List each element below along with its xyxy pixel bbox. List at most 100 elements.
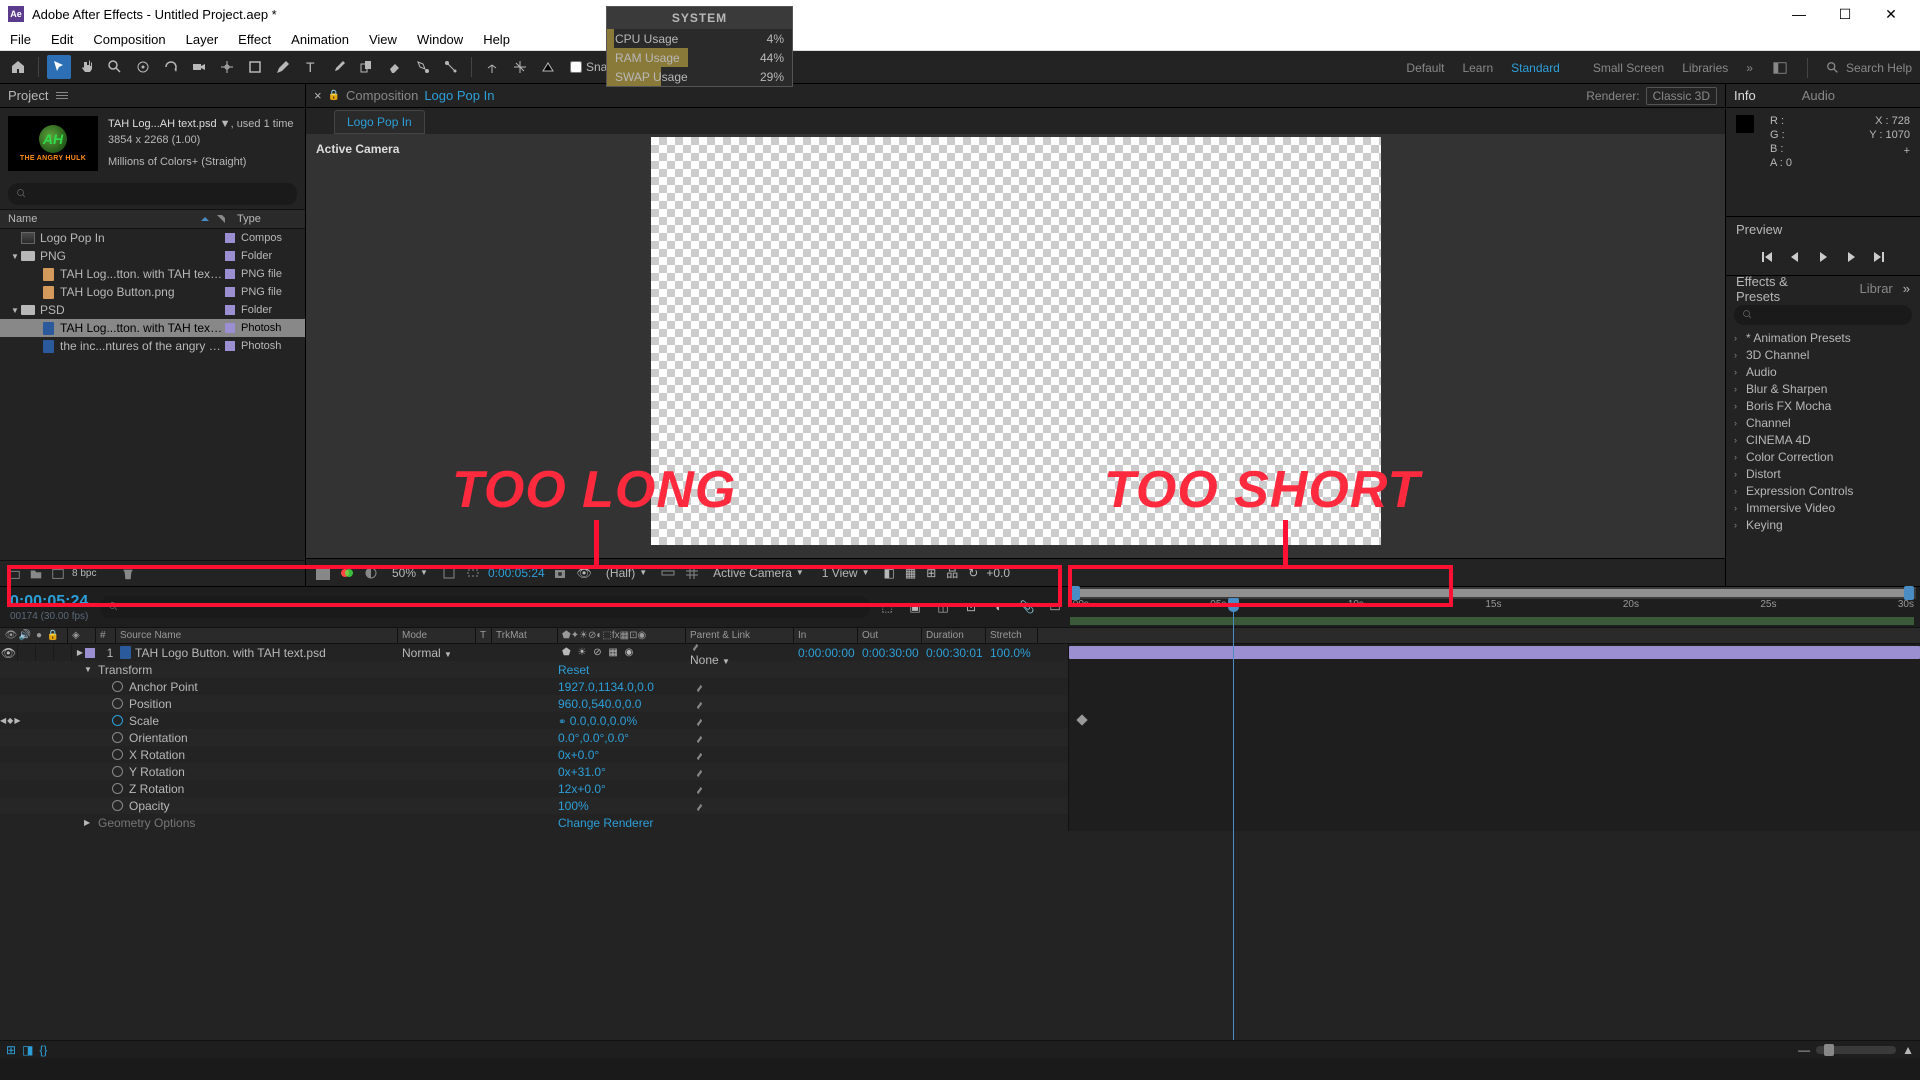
property-value[interactable]: 0x+0.0°: [558, 748, 599, 762]
zoom-out-icon[interactable]: —: [1798, 1043, 1810, 1057]
workspace-panel-icon[interactable]: [1771, 61, 1789, 75]
alpha-icon[interactable]: [314, 563, 332, 583]
time-ruler[interactable]: :00s05s10s15s20s25s30s: [1068, 587, 1916, 627]
property-value[interactable]: 1927.0,1134.0,0.0: [558, 680, 654, 694]
layer-row[interactable]: 👁 ▶ 1 TAH Logo Button. with TAH text.psd…: [0, 644, 1920, 661]
menu-layer[interactable]: Layer: [176, 32, 229, 47]
stopwatch-icon[interactable]: [112, 749, 123, 760]
change-renderer-link[interactable]: Change Renderer: [558, 816, 653, 830]
workspace-default[interactable]: Default: [1406, 61, 1444, 75]
zoom-slider[interactable]: [1816, 1046, 1896, 1054]
effect-category[interactable]: ›Immersive Video: [1726, 499, 1920, 516]
puppet-tool[interactable]: [439, 55, 463, 79]
orbit-tool[interactable]: [131, 55, 155, 79]
effect-category[interactable]: ›Distort: [1726, 465, 1920, 482]
layer-row[interactable]: Y Rotation 0x+31.0°: [0, 763, 1920, 780]
toggle-modes-icon[interactable]: ◨: [22, 1043, 33, 1057]
stopwatch-icon[interactable]: [112, 681, 123, 692]
maximize-button[interactable]: ☐: [1836, 5, 1854, 23]
ruler-icon[interactable]: [659, 563, 677, 583]
layer-row[interactable]: ◀◆▶ Scale ⚭ 0.0,0.0,0.0%: [0, 712, 1920, 729]
project-item[interactable]: Logo Pop InCompos: [0, 229, 305, 247]
vc-icon-3[interactable]: ⊞: [924, 563, 938, 583]
vc-icon-2[interactable]: ▦: [903, 563, 918, 583]
property-value[interactable]: 0.0°,0.0°,0.0°: [558, 731, 629, 745]
info-tab[interactable]: Info: [1734, 88, 1756, 103]
first-frame-button[interactable]: [1759, 249, 1775, 268]
menu-edit[interactable]: Edit: [41, 32, 83, 47]
panel-menu-icon[interactable]: [56, 92, 68, 99]
res-down-icon[interactable]: [440, 563, 458, 583]
minimize-button[interactable]: —: [1790, 5, 1808, 23]
new-folder-icon[interactable]: [28, 566, 44, 582]
comp-name[interactable]: Logo Pop In: [424, 88, 494, 103]
views-select[interactable]: 1 View ▼: [816, 566, 876, 580]
tl-draft3d-icon[interactable]: ◫: [934, 598, 952, 616]
effect-category[interactable]: ›Keying: [1726, 516, 1920, 533]
project-search[interactable]: [8, 183, 297, 205]
preview-tab[interactable]: Preview: [1736, 222, 1782, 237]
vc-icon-1[interactable]: ◧: [882, 563, 897, 583]
mask-icon[interactable]: [362, 563, 380, 583]
blend-mode[interactable]: Normal ▼: [402, 646, 480, 660]
show-snapshot-icon[interactable]: 👁: [575, 563, 594, 583]
snapshot-icon[interactable]: [551, 563, 569, 583]
layer-row[interactable]: ▼Transform Reset: [0, 661, 1920, 678]
workspace-overflow-icon[interactable]: »: [1746, 61, 1753, 75]
audio-tab[interactable]: Audio: [1802, 88, 1835, 103]
rotation-tool[interactable]: [159, 55, 183, 79]
layer-row[interactable]: Orientation 0.0°,0.0°,0.0°: [0, 729, 1920, 746]
clone-tool[interactable]: [355, 55, 379, 79]
next-frame-button[interactable]: [1843, 249, 1859, 268]
timeline-layers[interactable]: 👁 ▶ 1 TAH Logo Button. with TAH text.psd…: [0, 644, 1920, 1040]
tl-graph-icon[interactable]: 📎: [1018, 598, 1036, 616]
menu-window[interactable]: Window: [407, 32, 473, 47]
effects-overflow-icon[interactable]: »: [1903, 281, 1910, 296]
layer-row[interactable]: Z Rotation 12x+0.0°: [0, 780, 1920, 797]
project-item[interactable]: the inc...ntures of the angry hulk.psdPh…: [0, 337, 305, 355]
new-comp-icon[interactable]: [50, 566, 66, 582]
effects-search[interactable]: [1734, 305, 1912, 325]
tl-motionblur-icon[interactable]: ◐: [990, 598, 1008, 616]
layer-row[interactable]: Position 960.0,540.0,0.0: [0, 695, 1920, 712]
effect-category[interactable]: ›3D Channel: [1726, 346, 1920, 363]
bpc-label[interactable]: 8 bpc: [72, 568, 96, 579]
renderer-select[interactable]: Classic 3D: [1646, 87, 1717, 105]
sort-icon[interactable]: [200, 214, 210, 224]
keyframe[interactable]: [1076, 714, 1087, 725]
project-item[interactable]: TAH Log...tton. with TAH text.pngPNG fil…: [0, 265, 305, 283]
layer-row[interactable]: Anchor Point 1927.0,1134.0,0.0: [0, 678, 1920, 695]
interpret-icon[interactable]: [6, 566, 22, 582]
home-tool[interactable]: [6, 55, 30, 79]
brush-tool[interactable]: [327, 55, 351, 79]
resolution-select[interactable]: (Half) ▼: [600, 566, 653, 580]
roi-icon[interactable]: [464, 563, 482, 583]
project-item[interactable]: TAH Log...tton. with TAH text.psdPhotosh: [0, 319, 305, 337]
axis-local-icon[interactable]: [480, 55, 504, 79]
menu-animation[interactable]: Animation: [281, 32, 359, 47]
effect-category[interactable]: ›Audio: [1726, 363, 1920, 380]
menu-composition[interactable]: Composition: [83, 32, 175, 47]
effect-category[interactable]: ›Channel: [1726, 414, 1920, 431]
layer-bar[interactable]: [1069, 646, 1920, 659]
property-value[interactable]: 0.0,0.0,0.0%: [570, 714, 637, 728]
effect-category[interactable]: ›* Animation Presets: [1726, 329, 1920, 346]
zoom-tool[interactable]: [103, 55, 127, 79]
vc-icon-4[interactable]: 品: [944, 563, 960, 583]
property-value[interactable]: 960.0,540.0,0.0: [558, 697, 641, 711]
workspace-learn[interactable]: Learn: [1462, 61, 1493, 75]
system-monitor[interactable]: SYSTEM CPU Usage4% RAM Usage44% SWAP Usa…: [606, 6, 793, 87]
tl-render-icon[interactable]: ▭: [1046, 598, 1064, 616]
property-value[interactable]: 12x+0.0°: [558, 782, 606, 796]
tl-comp-icon[interactable]: ▣: [906, 598, 924, 616]
project-tree[interactable]: Logo Pop InCompos▼PNGFolderTAH Log...tto…: [0, 229, 305, 560]
stopwatch-icon[interactable]: [112, 766, 123, 777]
menu-effect[interactable]: Effect: [228, 32, 281, 47]
visibility-toggle[interactable]: 👁: [2, 646, 16, 660]
zoom-in-icon[interactable]: ▲: [1902, 1043, 1914, 1057]
prev-frame-button[interactable]: [1787, 249, 1803, 268]
type-tool[interactable]: T: [299, 55, 323, 79]
zoom-select[interactable]: 50% ▼: [386, 566, 434, 580]
layer-row[interactable]: X Rotation 0x+0.0°: [0, 746, 1920, 763]
effect-category[interactable]: ›CINEMA 4D: [1726, 431, 1920, 448]
